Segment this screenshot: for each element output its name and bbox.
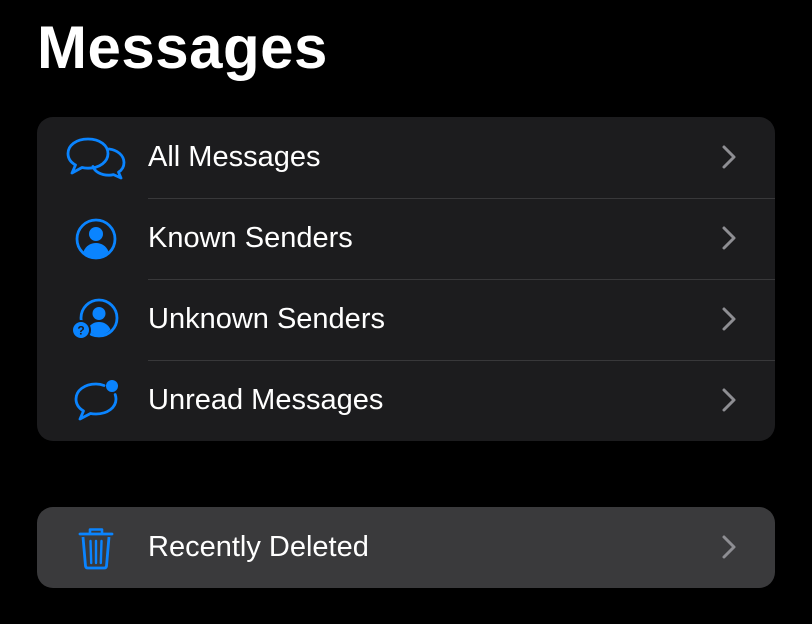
chevron-right-icon	[721, 225, 737, 251]
chevron-right-icon	[721, 534, 737, 560]
person-circle-icon	[65, 216, 127, 262]
recently-deleted-group: Recently Deleted	[37, 507, 775, 588]
trash-icon	[65, 525, 127, 571]
filter-all-messages[interactable]: All Messages	[37, 117, 775, 198]
filter-unknown-senders[interactable]: ? Unknown Senders	[37, 279, 775, 360]
filter-label: Unread Messages	[148, 384, 384, 416]
filter-known-senders[interactable]: Known Senders	[37, 198, 775, 279]
page-title: Messages	[37, 14, 328, 81]
chevron-right-icon	[721, 306, 737, 332]
unread-bubble-icon	[65, 378, 127, 424]
unknown-person-icon: ?	[65, 297, 127, 343]
recently-deleted-label: Recently Deleted	[148, 531, 369, 563]
chevron-right-icon	[721, 144, 737, 170]
recently-deleted-row[interactable]: Recently Deleted	[37, 507, 775, 588]
filter-label: Known Senders	[148, 222, 353, 254]
filter-unread-messages[interactable]: Unread Messages	[37, 360, 775, 441]
filter-label: All Messages	[148, 141, 321, 173]
chevron-right-icon	[721, 387, 737, 413]
filter-list: All Messages Known Senders ? Unknown Sen…	[37, 117, 775, 441]
speech-bubbles-icon	[65, 135, 127, 181]
svg-text:?: ?	[77, 324, 84, 338]
filter-label: Unknown Senders	[148, 303, 385, 335]
